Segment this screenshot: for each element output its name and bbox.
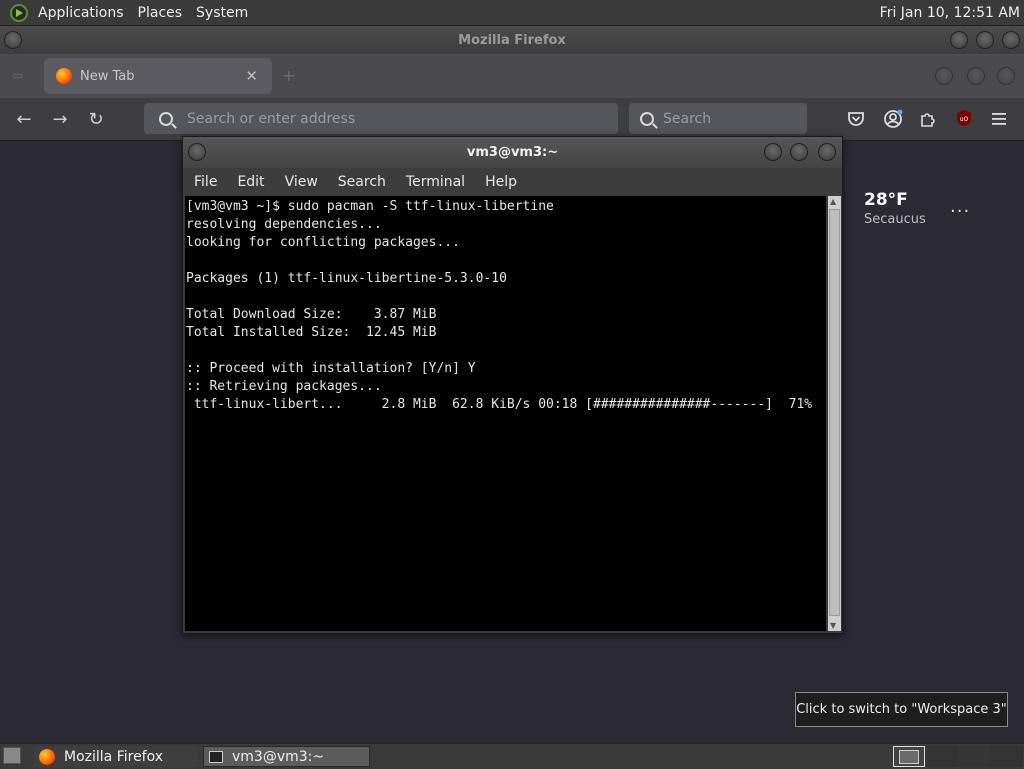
firefox-view-icon[interactable]: ▭ bbox=[12, 68, 30, 82]
bottom-panel: Mozilla Firefox vm3@vm3:~ bbox=[0, 743, 1024, 769]
weather-temperature[interactable]: 28°F bbox=[864, 190, 908, 210]
workspace-1[interactable] bbox=[893, 746, 925, 767]
taskbar-item-firefox[interactable]: Mozilla Firefox bbox=[34, 746, 198, 767]
tab-strip: ▭ New Tab ✕ + bbox=[0, 54, 1024, 98]
firefox-titlebar[interactable]: Mozilla Firefox bbox=[0, 26, 1024, 54]
hamburger-menu-icon[interactable] bbox=[990, 110, 1008, 128]
workspace-4[interactable] bbox=[991, 746, 1023, 767]
menu-edit[interactable]: Edit bbox=[227, 174, 274, 190]
taskbar-item-terminal[interactable]: vm3@vm3:~ bbox=[203, 746, 370, 767]
tab-label: New Tab bbox=[80, 68, 135, 84]
maximize-icon[interactable] bbox=[976, 31, 994, 49]
tab-close-icon[interactable]: ✕ bbox=[245, 67, 258, 85]
url-bar[interactable]: Search or enter address bbox=[144, 103, 618, 134]
menu-file[interactable]: File bbox=[183, 174, 227, 190]
terminal-window[interactable]: vm3@vm3:~ File Edit View Search Terminal… bbox=[182, 136, 843, 634]
pocket-icon[interactable] bbox=[846, 109, 866, 129]
terminal-menubar: File Edit View Search Terminal Help bbox=[183, 168, 842, 196]
taskbar-label: Mozilla Firefox bbox=[64, 748, 164, 765]
terminal-maximize-icon[interactable] bbox=[790, 143, 808, 161]
terminal-title: vm3@vm3:~ bbox=[466, 145, 559, 160]
mate-logo-icon[interactable] bbox=[10, 3, 28, 22]
search-icon bbox=[159, 111, 173, 126]
menu-terminal[interactable]: Terminal bbox=[396, 174, 475, 190]
terminal-scrollbar[interactable]: ▲ ▼ bbox=[828, 196, 841, 631]
scroll-down-arrow-icon[interactable]: ▼ bbox=[830, 621, 836, 630]
show-desktop-icon[interactable] bbox=[3, 747, 21, 764]
top-panel: Applications Places System Fri Jan 10, 1… bbox=[0, 0, 1024, 26]
workspace-tooltip: Click to switch to "Workspace 3" bbox=[795, 692, 1008, 727]
tab-new-tab[interactable]: New Tab ✕ bbox=[44, 58, 272, 94]
ublock-origin-icon[interactable]: uO bbox=[954, 108, 974, 128]
menu-search[interactable]: Search bbox=[328, 174, 396, 190]
tab-minimize-icon[interactable] bbox=[935, 67, 953, 85]
scroll-up-arrow-icon[interactable]: ▲ bbox=[830, 197, 836, 206]
tab-close-window-icon[interactable] bbox=[997, 67, 1015, 85]
workspace-2[interactable] bbox=[927, 746, 959, 767]
extensions-puzzle-icon[interactable] bbox=[918, 109, 938, 129]
navigation-bar: ← → ↻ Search or enter address Search uO bbox=[0, 98, 1024, 141]
terminal-output-area[interactable]: [vm3@vm3 ~]$ sudo pacman -S ttf-linux-li… bbox=[185, 196, 826, 631]
terminal-minimize-icon[interactable] bbox=[764, 143, 782, 161]
terminal-titlebar[interactable]: vm3@vm3:~ bbox=[183, 137, 842, 168]
svg-text:uO: uO bbox=[960, 116, 969, 123]
terminal-window-menu-icon[interactable] bbox=[188, 143, 206, 161]
weather-more-options-icon[interactable]: ... bbox=[950, 196, 970, 217]
workspace-3[interactable] bbox=[959, 746, 991, 767]
firefox-window-title: Mozilla Firefox bbox=[458, 32, 566, 48]
minimize-icon[interactable] bbox=[950, 31, 968, 49]
firefox-icon bbox=[56, 68, 72, 84]
scrollbar-thumb[interactable] bbox=[829, 209, 840, 616]
window-menu-icon[interactable] bbox=[4, 31, 22, 49]
search-bar[interactable]: Search bbox=[629, 103, 807, 134]
url-placeholder: Search or enter address bbox=[187, 110, 356, 127]
places-menu[interactable]: Places bbox=[131, 5, 190, 21]
forward-arrow-icon[interactable]: → bbox=[47, 106, 73, 132]
new-tab-plus-icon[interactable]: + bbox=[282, 66, 295, 85]
back-arrow-icon[interactable]: ← bbox=[11, 106, 37, 132]
clock[interactable]: Fri Jan 10, 12:51 AM bbox=[880, 5, 1020, 21]
firefox-icon bbox=[39, 748, 55, 765]
menu-view[interactable]: View bbox=[275, 174, 328, 190]
reload-icon[interactable]: ↻ bbox=[83, 106, 109, 132]
terminal-icon bbox=[209, 750, 223, 763]
search-icon bbox=[640, 111, 654, 126]
close-icon[interactable] bbox=[1002, 31, 1020, 49]
terminal-output: [vm3@vm3 ~]$ sudo pacman -S ttf-linux-li… bbox=[186, 199, 813, 412]
weather-location[interactable]: Secaucus bbox=[864, 212, 926, 227]
terminal-close-icon[interactable] bbox=[818, 143, 836, 161]
search-placeholder: Search bbox=[663, 110, 712, 127]
applications-menu[interactable]: Applications bbox=[31, 5, 131, 21]
menu-help[interactable]: Help bbox=[475, 174, 527, 190]
account-icon[interactable] bbox=[882, 108, 904, 130]
system-menu[interactable]: System bbox=[189, 5, 255, 21]
taskbar-label: vm3@vm3:~ bbox=[232, 748, 325, 765]
tab-maximize-icon[interactable] bbox=[967, 67, 985, 85]
